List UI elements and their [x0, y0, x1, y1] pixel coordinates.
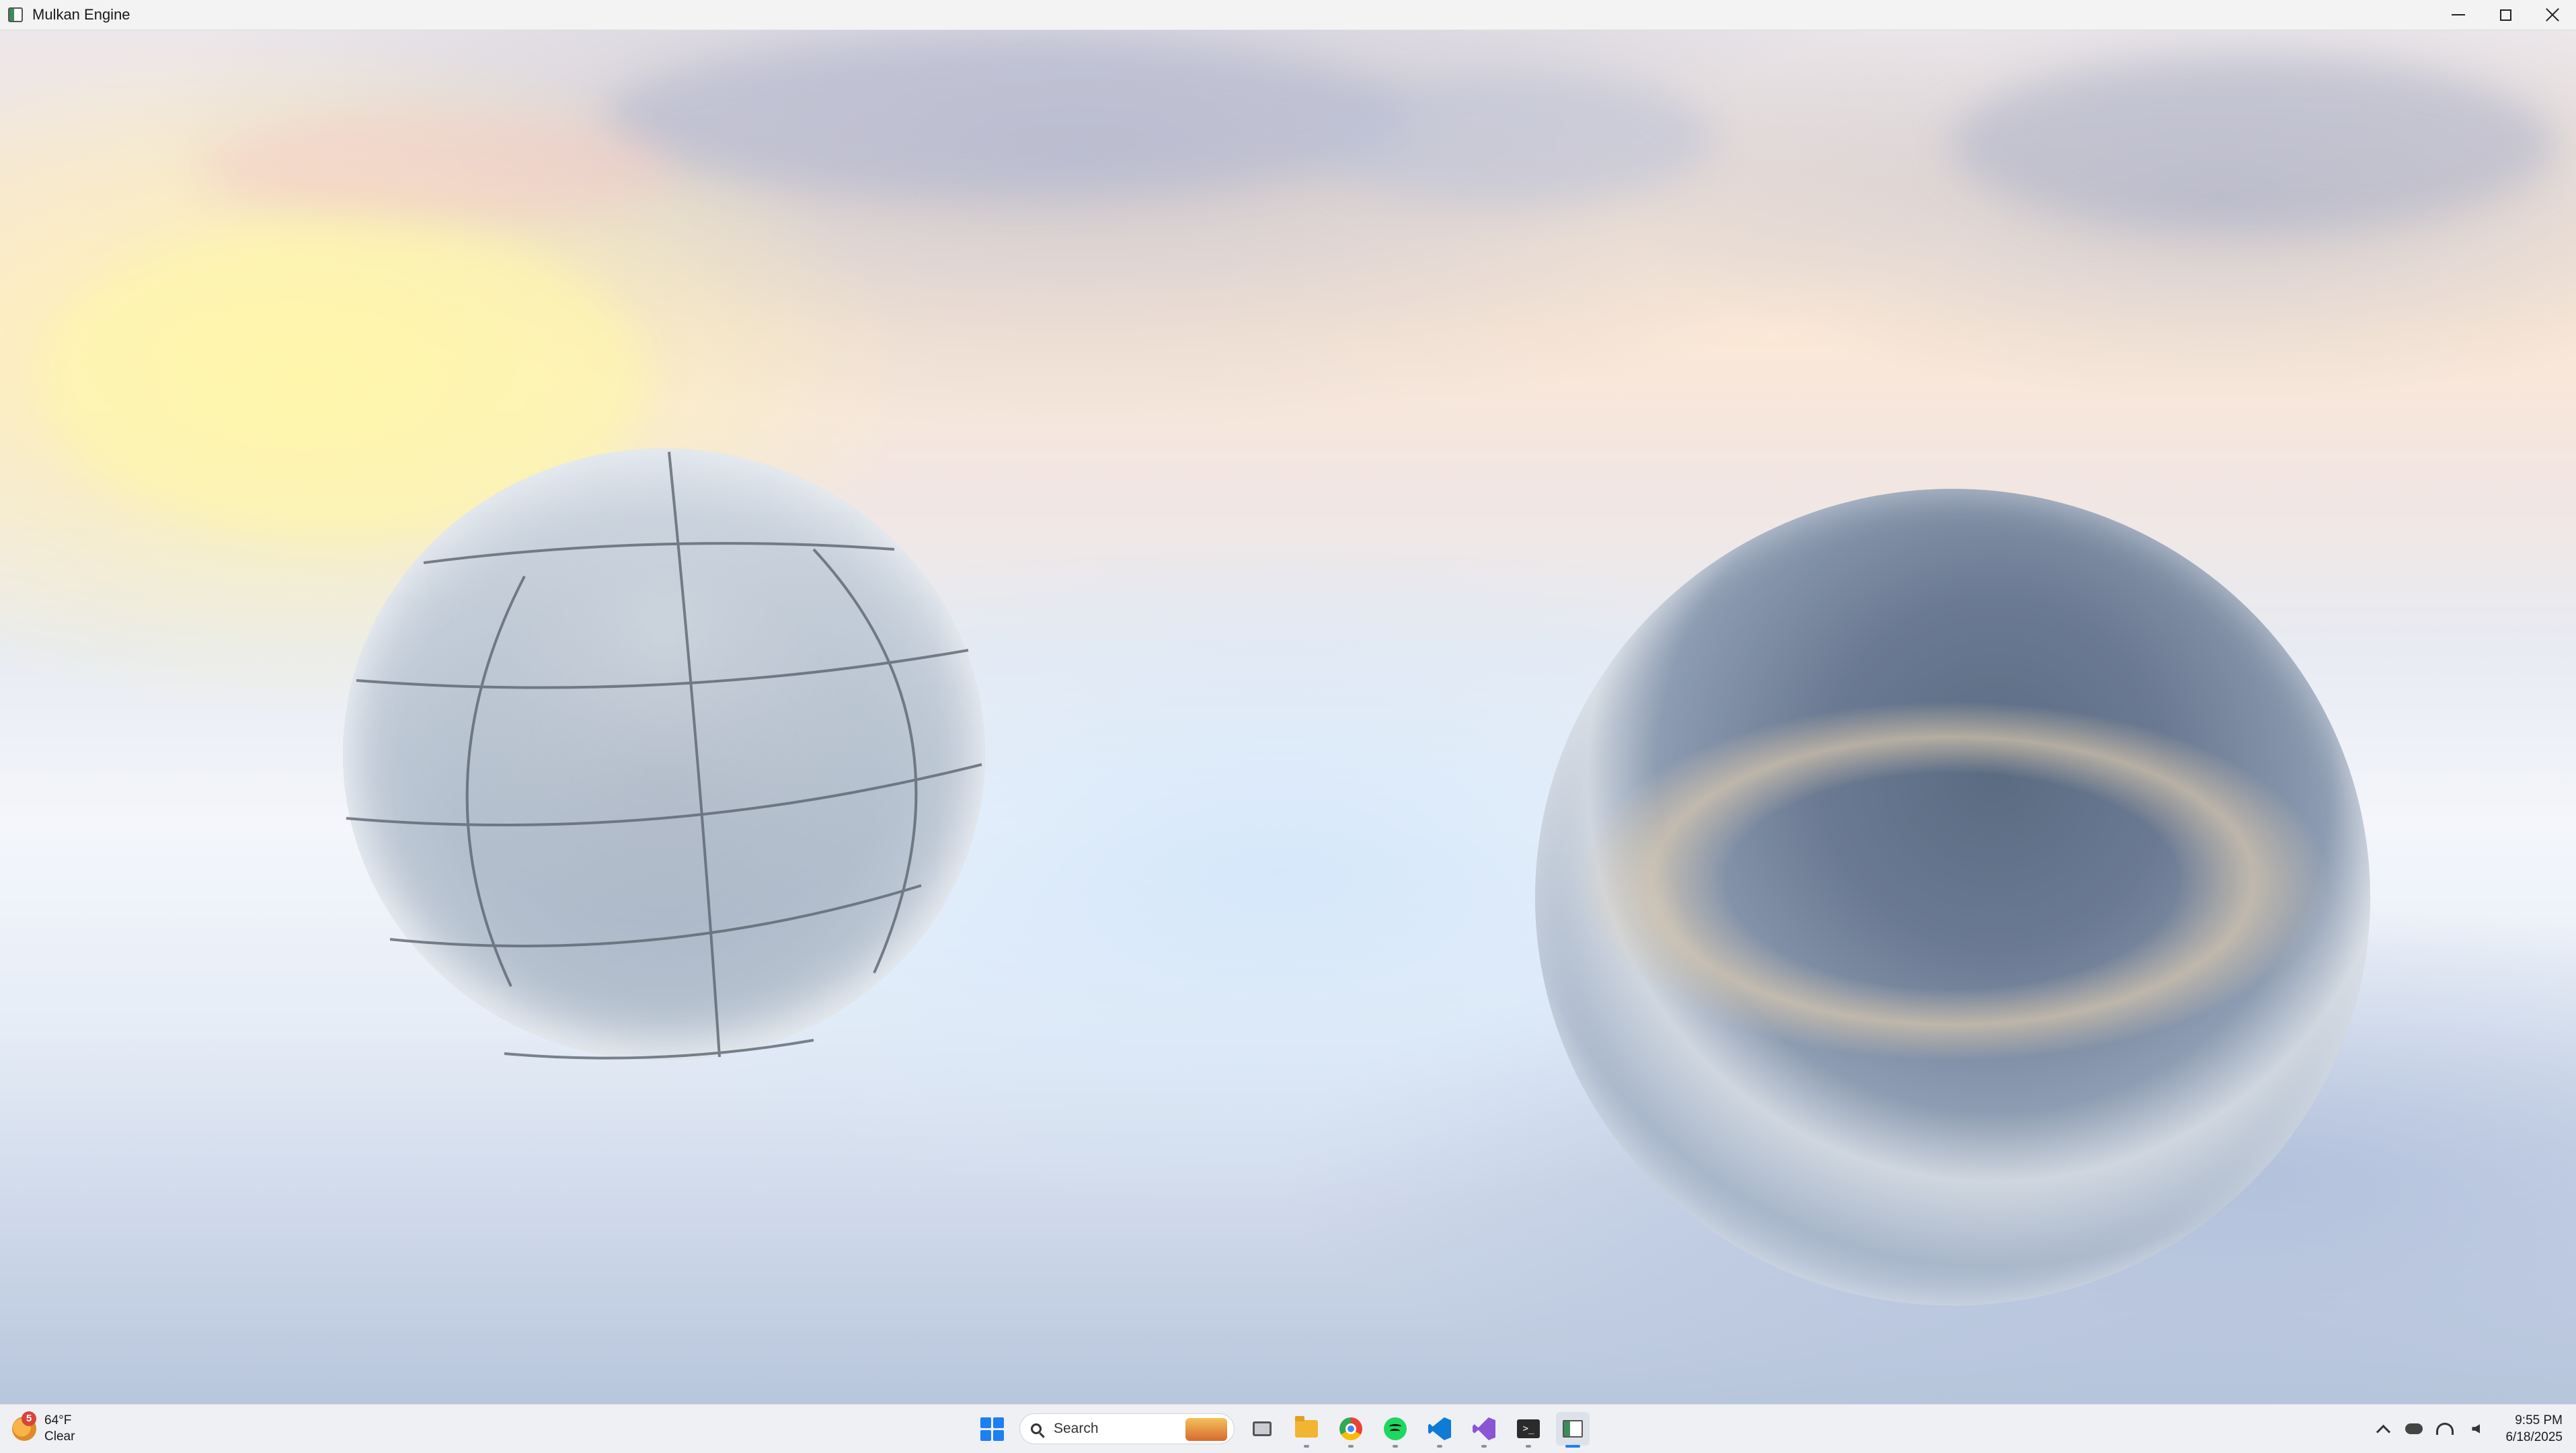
visual-studio-icon [1473, 1417, 1495, 1440]
running-indicator [1393, 1445, 1398, 1448]
search-placeholder: Search [1054, 1421, 1099, 1436]
close-button[interactable] [2529, 0, 2576, 30]
minimize-icon [2452, 14, 2465, 15]
windows-start-icon [980, 1417, 1004, 1441]
visual-studio-button[interactable] [1467, 1412, 1501, 1448]
engine-app-icon [8, 7, 23, 22]
cloud [605, 37, 1412, 198]
running-indicator [1348, 1445, 1354, 1448]
clock-date: 6/18/2025 [2505, 1430, 2563, 1444]
moon-icon: 5 [12, 1411, 36, 1441]
cloud [202, 111, 672, 225]
weather-badge: 5 [22, 1411, 36, 1426]
weather-condition: Clear [44, 1429, 75, 1444]
engine-app-icon [1563, 1420, 1583, 1438]
onedrive-button[interactable] [2403, 1418, 2425, 1440]
clock-time: 9:55 PM [2515, 1413, 2563, 1427]
taskbar-search[interactable]: Search [1019, 1413, 1235, 1444]
active-indicator [1565, 1445, 1580, 1448]
running-indicator [1481, 1445, 1487, 1448]
running-indicator [1437, 1445, 1442, 1448]
task-view-button[interactable] [1245, 1412, 1279, 1446]
weather-widget[interactable]: 5 64°F Clear [12, 1411, 75, 1446]
chevron-up-icon [2376, 1424, 2391, 1439]
file-explorer-button[interactable] [1290, 1412, 1323, 1448]
terminal-button[interactable]: >_ [1512, 1412, 1545, 1448]
chrome-icon [1339, 1417, 1362, 1440]
search-highlight-icon [1185, 1418, 1227, 1441]
window-title: Mulkan Engine [32, 6, 130, 23]
window-controls [2435, 0, 2576, 30]
speaker-icon [2472, 1424, 2481, 1434]
weather-temperature: 64°F [44, 1413, 72, 1427]
volume-button[interactable] [2465, 1418, 2487, 1440]
network-button[interactable] [2434, 1418, 2456, 1440]
cloud-icon [2405, 1423, 2423, 1434]
chrome-sphere[interactable] [1535, 489, 2370, 1306]
mulkan-engine-taskbar-button[interactable] [1556, 1412, 1590, 1448]
taskbar-clock[interactable]: 9:55 PM 6/18/2025 [2505, 1412, 2563, 1446]
running-indicator [1526, 1445, 1531, 1448]
grid-sphere[interactable] [343, 448, 985, 1060]
cloud [1311, 71, 1715, 205]
terminal-icon: >_ [1517, 1419, 1540, 1438]
wifi-icon [2436, 1423, 2454, 1435]
show-hidden-icons-button[interactable] [2372, 1418, 2394, 1440]
cloud [1950, 57, 2555, 232]
chrome-button[interactable] [1334, 1412, 1368, 1448]
vscode-icon [1428, 1417, 1451, 1440]
system-tray: 9:55 PM 6/18/2025 [2372, 1410, 2563, 1448]
search-icon [1031, 1423, 1042, 1434]
maximize-button[interactable] [2482, 0, 2529, 30]
running-indicator [1304, 1445, 1309, 1448]
window-title-bar[interactable]: Mulkan Engine [0, 0, 2576, 30]
start-button[interactable] [975, 1412, 1009, 1446]
vscode-button[interactable] [1423, 1412, 1456, 1448]
maximize-icon [2499, 9, 2511, 21]
taskbar: 5 64°F Clear Search >_ 9:55 PM 6/18/2025 [0, 1404, 2576, 1453]
minimize-button[interactable] [2435, 0, 2482, 30]
task-view-icon [1253, 1421, 1272, 1436]
taskbar-apps: Search >_ [975, 1411, 1590, 1448]
render-viewport[interactable] [0, 30, 2576, 1404]
grid-sphere-lines [346, 451, 982, 1060]
spotify-icon [1384, 1417, 1407, 1440]
folder-icon [1295, 1416, 1318, 1438]
spotify-button[interactable] [1378, 1412, 1412, 1448]
close-icon [2546, 8, 2559, 22]
